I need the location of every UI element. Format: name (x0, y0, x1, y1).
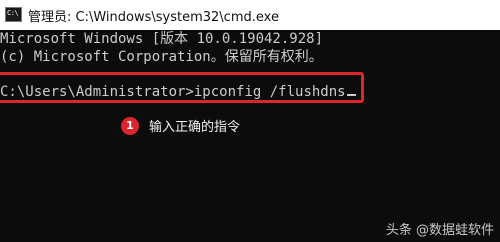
cmd-icon: C:\ (5, 7, 22, 22)
window-title: 管理员: C:\Windows\system32\cmd.exe (28, 10, 279, 25)
console-line-version: Microsoft Windows [版本 10.0.19042.928] (0, 31, 324, 47)
step-instruction-label: 输入正确的指令 (149, 120, 241, 135)
step-number-badge: 1 (121, 117, 139, 135)
window-titlebar[interactable]: C:\ 管理员: C:\Windows\system32\cmd.exe (0, 0, 500, 30)
console-output[interactable]: Microsoft Windows [版本 10.0.19042.928] (c… (0, 30, 500, 242)
cmd-icon-glyph: C:\ (7, 9, 19, 17)
command-highlight-box (0, 72, 364, 103)
watermark-text: 头条 @数据蛙软件 (385, 223, 494, 238)
console-line-copyright: (c) Microsoft Corporation。保留所有权利。 (0, 49, 323, 65)
